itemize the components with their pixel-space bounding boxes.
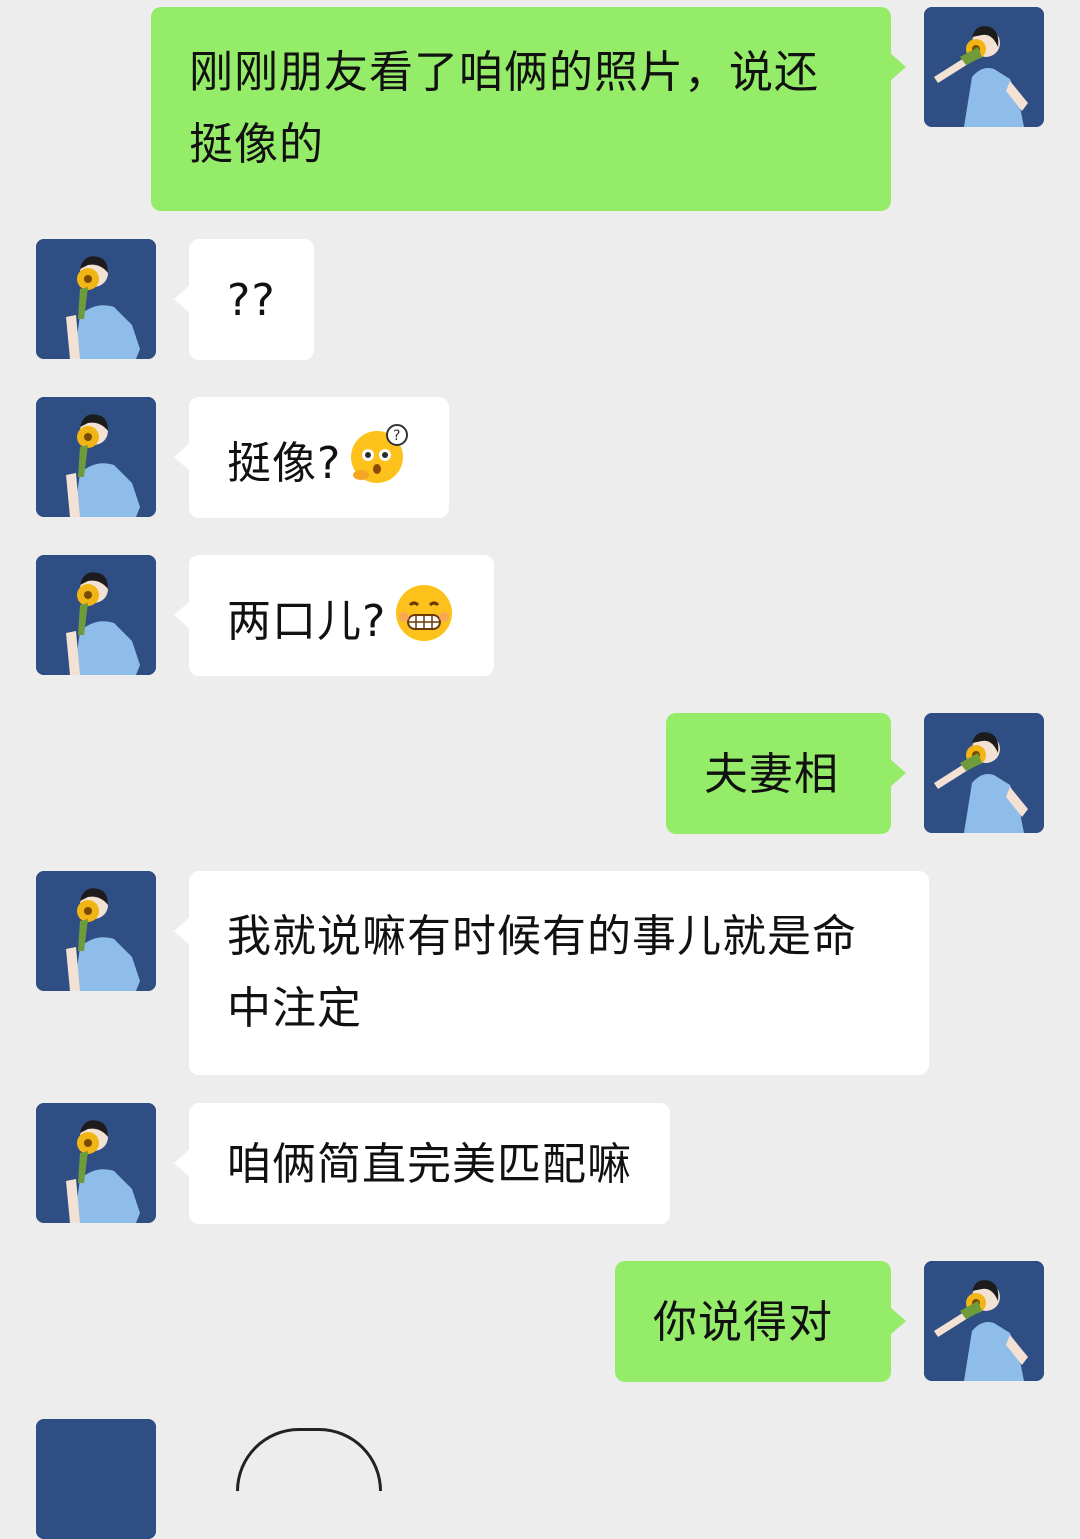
message-text: 咱俩简直完美匹配嘛 xyxy=(227,1139,632,1190)
message-bubble-outgoing[interactable]: 夫妻相 xyxy=(666,713,906,834)
man-with-flowers-icon xyxy=(36,239,156,359)
message-bubble-incoming[interactable]: ?? xyxy=(174,239,314,360)
man-with-flowers-icon xyxy=(36,1419,156,1539)
my-avatar[interactable] xyxy=(924,713,1044,833)
svg-text:?: ? xyxy=(393,428,401,444)
friend-avatar[interactable] xyxy=(36,397,156,517)
message-text: 挺像? xyxy=(227,438,342,489)
woman-with-flowers-icon xyxy=(924,7,1044,127)
message-text: 夫妻相 xyxy=(704,749,839,800)
message-bubble-outgoing[interactable]: 刚刚朋友看了咱俩的照片，说还挺像的 xyxy=(151,7,906,211)
message-bubble-incoming[interactable]: 我就说嘛有时候有的事儿就是命中注定 xyxy=(174,871,929,1075)
friend-avatar[interactable] xyxy=(36,555,156,675)
friend-avatar[interactable] xyxy=(36,1419,156,1539)
message-bubble-incoming[interactable]: 两口儿? xyxy=(173,555,495,676)
my-avatar[interactable] xyxy=(924,1261,1044,1381)
message-text: 我就说嘛有时候有的事儿就是命中注定 xyxy=(227,911,857,1034)
man-with-flowers-icon xyxy=(36,397,156,517)
message-text: 你说得对 xyxy=(653,1297,833,1348)
man-with-flowers-icon xyxy=(36,555,156,675)
man-with-flowers-icon xyxy=(36,871,156,991)
friend-avatar[interactable] xyxy=(36,871,156,991)
message-bubble-incoming[interactable]: 挺像? ? xyxy=(173,397,450,518)
partial-sticker xyxy=(236,1428,382,1491)
message-bubble-outgoing[interactable]: 你说得对 xyxy=(615,1261,906,1382)
chat-area: 刚刚朋友看了咱俩的照片，说还挺像的 ?? 挺像? ? 两口儿? 夫妻相 我就说嘛… xyxy=(0,0,1080,1539)
woman-with-flowers-icon xyxy=(924,713,1044,833)
friend-avatar[interactable] xyxy=(36,239,156,359)
shocked-thinking-emoji-icon: ? xyxy=(347,423,411,509)
message-bubble-incoming[interactable]: 咱俩简直完美匹配嘛 xyxy=(174,1103,670,1224)
man-with-flowers-icon xyxy=(36,1103,156,1223)
my-avatar[interactable] xyxy=(924,7,1044,127)
grinning-teeth-emoji-icon xyxy=(392,581,456,667)
friend-avatar[interactable] xyxy=(36,1103,156,1223)
message-text: ?? xyxy=(227,275,276,326)
woman-with-flowers-icon xyxy=(924,1261,1044,1381)
message-text: 两口儿? xyxy=(227,596,387,647)
message-text: 刚刚朋友看了咱俩的照片，说还挺像的 xyxy=(189,47,819,170)
